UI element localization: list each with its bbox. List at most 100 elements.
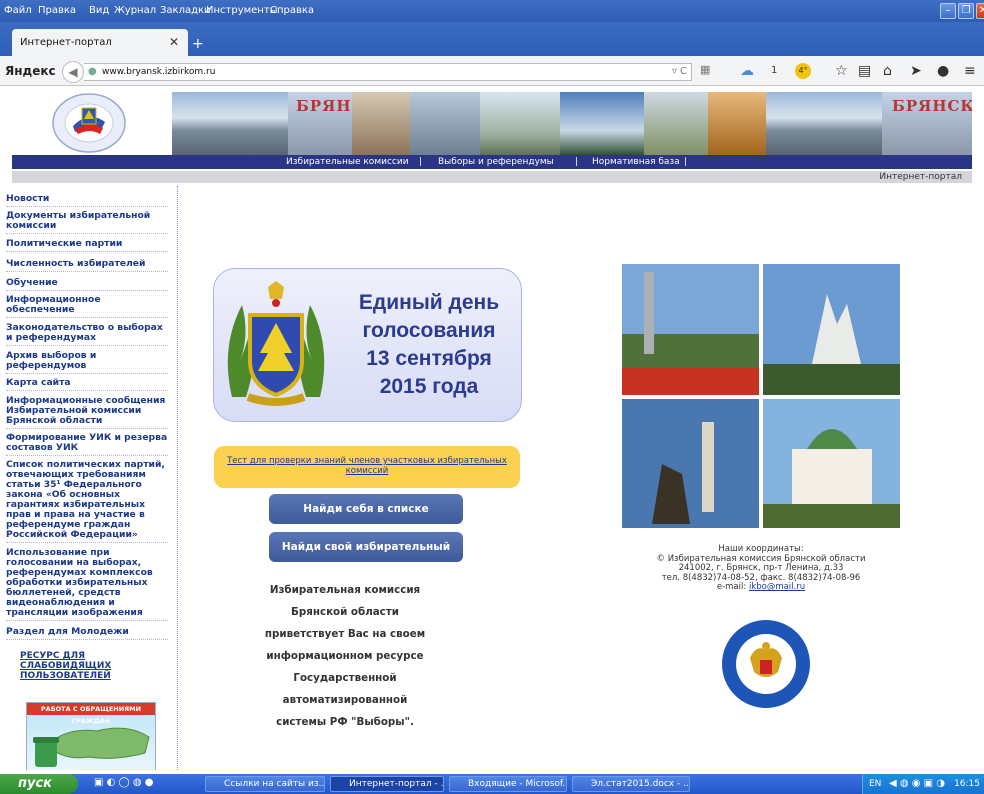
menu-history[interactable]: Журнал: [114, 5, 156, 16]
email-link[interactable]: ikbo@mail.ru: [749, 582, 805, 592]
language-indicator[interactable]: EN: [869, 779, 881, 789]
sidebar-item-party-list[interactable]: Список политических партий, отвечающих т…: [6, 460, 168, 543]
chat-icon[interactable]: ●: [937, 63, 949, 79]
close-window-button[interactable]: ✕: [976, 3, 984, 19]
nav-separator: |: [575, 157, 579, 167]
bookmarks-list-icon[interactable]: ▤: [858, 63, 871, 79]
test-link-button[interactable]: Тест для проверки знаний членов участков…: [214, 446, 520, 488]
election-day-line-1: Единый день: [358, 291, 500, 314]
notification-count[interactable]: 1: [771, 65, 777, 76]
reader-icon[interactable]: ▦: [700, 63, 710, 76]
election-day-line-2: голосования: [362, 319, 496, 342]
task-word-doc[interactable]: Эл.стат2015.docx - ...: [572, 776, 690, 792]
top-navigation: Избирательные комиссии | Выборы и рефере…: [12, 155, 972, 169]
banner-photo-9: [766, 92, 882, 156]
sidebar-item-uik[interactable]: Формирование УИК и резерва составов УИК: [6, 433, 168, 456]
sidebar-item-voting-equipment[interactable]: Использование при голосовании на выборах…: [6, 548, 168, 621]
start-button[interactable]: пуск: [0, 774, 78, 794]
banner-photo-7: [644, 92, 708, 156]
cloud-icon[interactable]: ☁: [740, 63, 754, 79]
resource-line-2: СЛАБОВИДЯЩИХ: [20, 661, 112, 671]
sidebar-item-youth[interactable]: Раздел для Молодежи: [6, 627, 168, 640]
clock: 16:15: [954, 779, 980, 789]
sidebar-item-documents[interactable]: Документы избирательной комиссии: [6, 211, 168, 234]
nav-regulatory-base[interactable]: Нормативная база: [592, 157, 680, 167]
yandex-logo[interactable]: Яндекс: [5, 64, 56, 78]
system-tray: EN ◀ ◍ ◉ ▣ ◑ 16:15: [862, 774, 984, 794]
election-day-banner[interactable]: Единый день голосования 13 сентября 2015…: [213, 268, 522, 422]
banner-photo-5: [480, 92, 560, 156]
back-icon[interactable]: ◀: [62, 61, 84, 83]
banner-city-title: БРЯНСК: [296, 97, 352, 115]
menu-view[interactable]: Вид: [89, 5, 109, 16]
resource-line-3: ПОЛЬЗОВАТЕЛЕЙ: [20, 671, 111, 681]
commission-logo[interactable]: [24, 90, 154, 156]
sidebar-item-parties[interactable]: Политические партии: [6, 239, 168, 252]
welcome-line-7: системы РФ "Выборы".: [276, 716, 414, 728]
sidebar-item-legislation[interactable]: Законодательство о выборах и референдума…: [6, 323, 168, 346]
menu-file[interactable]: Файл: [4, 5, 32, 16]
visually-impaired-link[interactable]: РЕСУРС ДЛЯ СЛАБОВИДЯЩИХ ПОЛЬЗОВАТЕЛЕЙ: [20, 651, 111, 681]
nav-elections-referendums[interactable]: Выборы и референдумы: [438, 157, 554, 167]
weather-icon[interactable]: 4°: [795, 63, 811, 79]
sidebar-item-training[interactable]: Обучение: [6, 278, 168, 291]
sidebar-item-news[interactable]: Новости: [6, 194, 168, 207]
home-icon[interactable]: ⌂: [883, 63, 892, 79]
sidebar-item-voters-count[interactable]: Численность избирателей: [6, 259, 168, 272]
minimize-button[interactable]: –: [940, 3, 956, 19]
tab-internet-portal[interactable]: Интернет-портал ✕: [12, 29, 188, 56]
election-day-line-4: 2015 года: [379, 375, 479, 398]
banner-photo-2: БРЯНСК: [288, 92, 352, 156]
tab-bar: Интернет-портал ✕ +: [0, 22, 984, 56]
bookmark-star-icon[interactable]: ☆: [835, 63, 848, 79]
url-text: www.bryansk.izbirkom.ru: [102, 67, 216, 77]
maximize-button[interactable]: ❐: [958, 3, 974, 19]
email-prefix: e-mail:: [716, 582, 749, 592]
menu-edit[interactable]: Правка: [38, 5, 76, 16]
sidebar-item-info-messages[interactable]: Информационные сообщения Избирательной к…: [6, 396, 168, 429]
banner-photo-4: [410, 92, 480, 156]
send-icon[interactable]: ➤: [910, 63, 922, 79]
cik-seal-icon[interactable]: [720, 618, 812, 710]
welcome-line-4: информационном ресурсе: [266, 650, 424, 662]
quicklaunch-icons[interactable]: ▣ ◐ ◯ ◍ ●: [94, 777, 154, 788]
banner-city-title-right: БРЯНСК: [892, 97, 972, 115]
banner-photo-3: [352, 92, 410, 156]
sidebar: Новости Документы избирательной комиссии…: [0, 186, 178, 770]
russia-map-icon: [33, 727, 150, 767]
banner-photo-8: [708, 92, 766, 156]
tab-title: Интернет-портал: [20, 37, 112, 48]
reload-icon[interactable]: ▿ C: [672, 66, 687, 77]
banner-photo-6: [560, 92, 644, 156]
nav-separator: |: [684, 157, 688, 167]
menu-tools[interactable]: Инструменты: [206, 5, 278, 16]
sidebar-item-sitemap[interactable]: Карта сайта: [6, 378, 168, 391]
contacts-block: Наши координаты: © Избирательная комисси…: [604, 544, 918, 593]
contacts-email-row: e-mail: ikbo@mail.ru: [604, 582, 918, 593]
resource-line-1: РЕСУРС ДЛЯ: [20, 651, 86, 661]
close-tab-icon[interactable]: ✕: [169, 35, 179, 49]
breadcrumb[interactable]: Интернет-портал: [879, 172, 962, 182]
welcome-line-3: приветствует Вас на своем: [264, 628, 426, 640]
task-links[interactable]: Ссылки на сайты из...: [205, 776, 325, 792]
menu-help[interactable]: Справка: [270, 5, 314, 16]
hamburger-menu-icon[interactable]: ≡: [964, 63, 976, 79]
city-photo-collage: [622, 264, 900, 528]
find-self-button[interactable]: Найди себя в списке избирателей: [269, 494, 463, 545]
screen: Файл Правка Вид Журнал Закладки Инструме…: [0, 0, 984, 794]
task-outlook[interactable]: Входящие - Microsof...: [449, 776, 567, 792]
menu-bookmarks[interactable]: Закладки: [160, 5, 211, 16]
welcome-line-1: Избирательная комиссия: [269, 584, 421, 596]
address-bar[interactable]: ● www.bryansk.izbirkom.ru ▿ C: [84, 63, 692, 81]
new-tab-icon[interactable]: +: [192, 36, 204, 52]
tray-icons[interactable]: ◀ ◍ ◉ ▣ ◑: [889, 778, 945, 789]
find-station-button[interactable]: Найди свой избирательный участок: [269, 532, 463, 583]
welcome-line-2: Брянской области: [291, 606, 399, 618]
sidebar-item-info-support[interactable]: Информационное обеспечение: [6, 295, 168, 318]
sidebar-item-archive[interactable]: Архив выборов и референдумов: [6, 351, 168, 374]
citizen-appeals-banner[interactable]: РАБОТА С ОБРАЩЕНИЯМИ ГРАЖДАН: [26, 702, 156, 770]
nav-electoral-commissions[interactable]: Избирательные комиссии: [286, 157, 409, 167]
task-internet-portal[interactable]: Интернет-портал - ...: [330, 776, 444, 792]
bryansk-coat-of-arms: [227, 281, 325, 406]
nav-separator: |: [419, 157, 423, 167]
